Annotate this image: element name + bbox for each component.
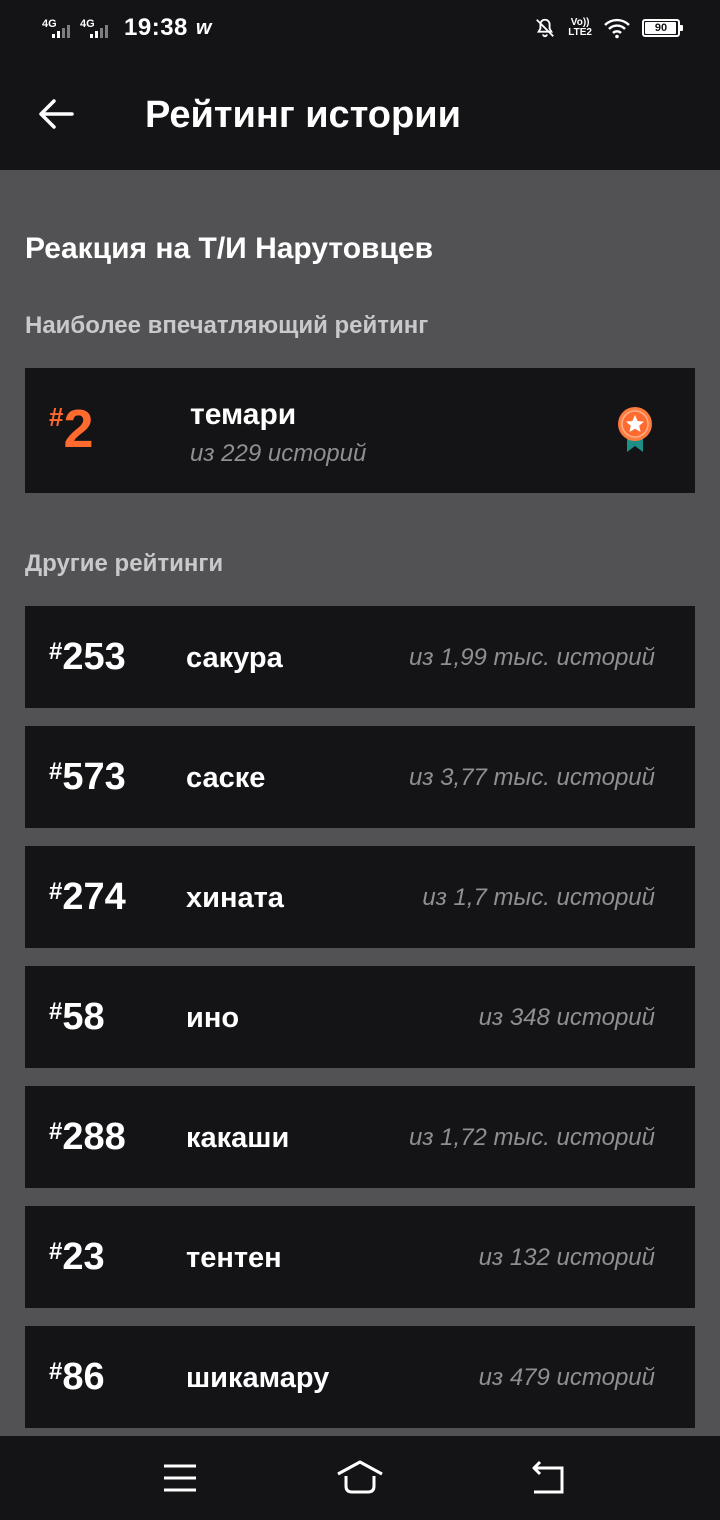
ranking-tag: хината [186, 882, 284, 914]
wifi-icon [604, 18, 630, 39]
ranking-card[interactable]: #58 ино из 348 историй [25, 966, 695, 1068]
medal-icon [618, 407, 652, 452]
rank-number: 58 [62, 996, 105, 1038]
ranking-tag: ино [186, 1002, 240, 1034]
rank-hash: # [49, 998, 63, 1025]
rank-hash: # [49, 878, 63, 905]
w-notification-icon: w [195, 16, 212, 39]
top-rank: #2 [49, 398, 94, 460]
ranking-card[interactable]: #573 саске из 3,77 тыс. историй [25, 726, 695, 828]
ranking-tag: саске [186, 762, 266, 794]
top-ranking-card[interactable]: #2 темари из 229 историй [25, 368, 695, 493]
volte-bottom-label: LTE2 [568, 27, 592, 38]
home-button[interactable] [336, 1456, 384, 1500]
rank-hash: # [49, 1238, 63, 1265]
volte-indicator: Vo)) LTE2 [568, 18, 592, 38]
battery-icon: 90 [642, 19, 683, 37]
rank: #253 [49, 636, 126, 679]
ranking-count: из 1,99 тыс. историй [409, 644, 655, 671]
ranking-tag: сакура [186, 642, 283, 674]
ranking-tag: какаши [186, 1122, 290, 1154]
signal-icon: 4G [40, 16, 70, 40]
app-header: Рейтинг истории [0, 56, 720, 170]
arrow-left-icon [39, 99, 74, 129]
ranking-card[interactable]: #274 хината из 1,7 тыс. историй [25, 846, 695, 948]
ranking-count: из 1,7 тыс. историй [422, 884, 655, 911]
rank-hash: # [49, 758, 63, 785]
rank: #288 [49, 1116, 126, 1159]
rank: #58 [49, 996, 105, 1039]
status-time: 19:38 [124, 14, 188, 41]
rank-number: 573 [62, 756, 126, 798]
ranking-count: из 3,77 тыс. историй [409, 764, 655, 791]
ranking-tag: тентен [186, 1242, 282, 1274]
rank: #274 [49, 876, 126, 919]
ranking-card[interactable]: #23 тентен из 132 историй [25, 1206, 695, 1308]
ranking-count: из 348 историй [478, 1004, 655, 1031]
top-ranking-section-label: Наиболее впечатляющий рейтинг [25, 312, 429, 339]
ranking-card[interactable]: #288 какаши из 1,72 тыс. историй [25, 1086, 695, 1188]
signal-icon: 4G [78, 16, 108, 40]
content-area[interactable]: Реакция на Т/И Нарутовцев Наиболее впеча… [0, 170, 720, 1436]
back-nav-button[interactable] [524, 1456, 572, 1500]
ranking-count: из 1,72 тыс. историй [409, 1124, 655, 1151]
page-title: Рейтинг истории [145, 94, 461, 136]
menu-icon [164, 1464, 196, 1492]
back-icon [532, 1460, 564, 1494]
rank-number: 253 [62, 636, 126, 678]
home-icon [337, 1460, 383, 1494]
rank-hash: # [49, 638, 63, 665]
rank-number: 2 [63, 399, 94, 459]
rank: #23 [49, 1236, 105, 1279]
rank-hash: # [49, 1358, 63, 1385]
other-rankings-section-label: Другие рейтинги [25, 550, 224, 577]
rank: #573 [49, 756, 126, 799]
ranking-card[interactable]: #253 сакура из 1,99 тыс. историй [25, 606, 695, 708]
story-title: Реакция на Т/И Нарутовцев [25, 232, 434, 265]
battery-level: 90 [654, 22, 668, 34]
status-right-group: Vo)) LTE2 90 [534, 0, 683, 56]
rank-number: 86 [62, 1356, 105, 1398]
rank-hash: # [49, 1118, 63, 1145]
system-nav-bar [0, 1436, 720, 1520]
rank-number: 274 [62, 876, 126, 918]
menu-button[interactable] [156, 1456, 204, 1500]
ranking-count: из 132 историй [478, 1244, 655, 1271]
back-button[interactable] [36, 94, 76, 134]
rank: #86 [49, 1356, 105, 1399]
top-ranking-count: из 229 историй [190, 440, 367, 467]
rank-number: 23 [62, 1236, 105, 1278]
ranking-count: из 479 историй [478, 1364, 655, 1391]
rank-hash: # [49, 402, 64, 432]
ranking-card[interactable]: #86 шикамару из 479 историй [25, 1326, 695, 1428]
mute-bell-icon [536, 18, 555, 38]
status-bar: 4G 4G 19:38 w Vo)) LTE2 90 [0, 0, 720, 56]
rank-number: 288 [62, 1116, 126, 1158]
ranking-tag: шикамару [186, 1362, 330, 1394]
top-ranking-tag: темари [190, 398, 297, 431]
app-screen: 4G 4G 19:38 w Vo)) LTE2 90 Рейтинг истор… [0, 0, 720, 1520]
